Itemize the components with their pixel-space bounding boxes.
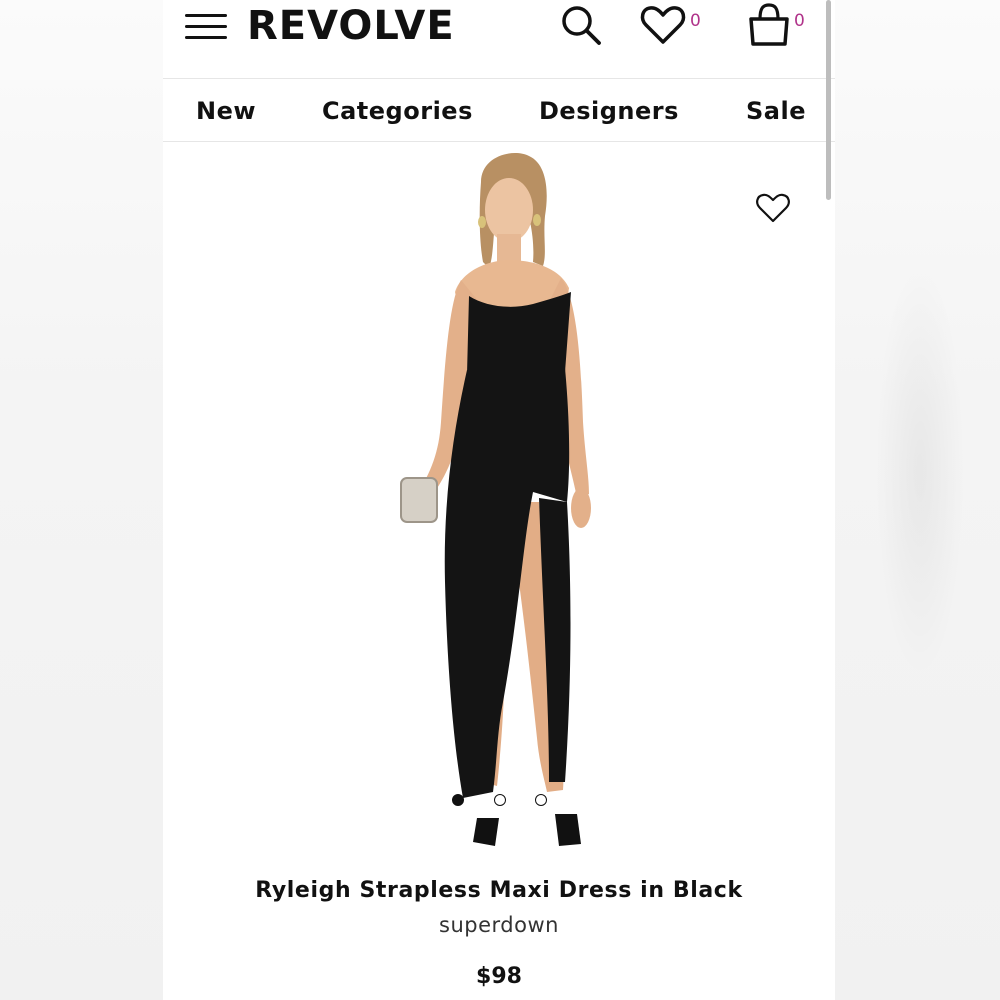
category-nav: New Categories Designers Sale	[163, 79, 835, 142]
wishlist-heart-icon[interactable]	[639, 4, 687, 46]
backdrop-left	[0, 0, 163, 1000]
carousel-dot-2[interactable]	[494, 794, 506, 806]
top-bar: REVOLVE 0 0	[163, 0, 835, 79]
product-brand[interactable]: superdown	[163, 913, 835, 937]
wishlist-count: 0	[690, 11, 701, 31]
nav-item-sale[interactable]: Sale	[746, 97, 806, 125]
bag-count: 0	[794, 11, 805, 31]
backdrop-right	[835, 0, 1000, 1000]
carousel-pagination	[163, 794, 835, 810]
shopping-bag-icon[interactable]	[747, 2, 791, 48]
product-price: $98	[476, 964, 522, 989]
site-logo[interactable]: REVOLVE	[247, 4, 455, 48]
product-image-carousel[interactable]	[163, 142, 835, 862]
product-photo	[400, 153, 591, 846]
carousel-dot-1[interactable]	[452, 794, 464, 806]
hamburger-menu-icon[interactable]	[185, 11, 227, 41]
carousel-dot-3[interactable]	[535, 794, 547, 806]
add-to-wishlist-heart-icon[interactable]	[755, 192, 791, 228]
mobile-page: REVOLVE 0 0 New Categories Designers Sal…	[163, 0, 835, 1000]
nav-item-categories[interactable]: Categories	[322, 97, 473, 125]
nav-item-designers[interactable]: Designers	[539, 97, 679, 125]
product-name[interactable]: Ryleigh Strapless Maxi Dress in Black	[163, 878, 835, 903]
nav-item-new[interactable]: New	[196, 97, 256, 125]
search-icon[interactable]	[558, 2, 604, 48]
